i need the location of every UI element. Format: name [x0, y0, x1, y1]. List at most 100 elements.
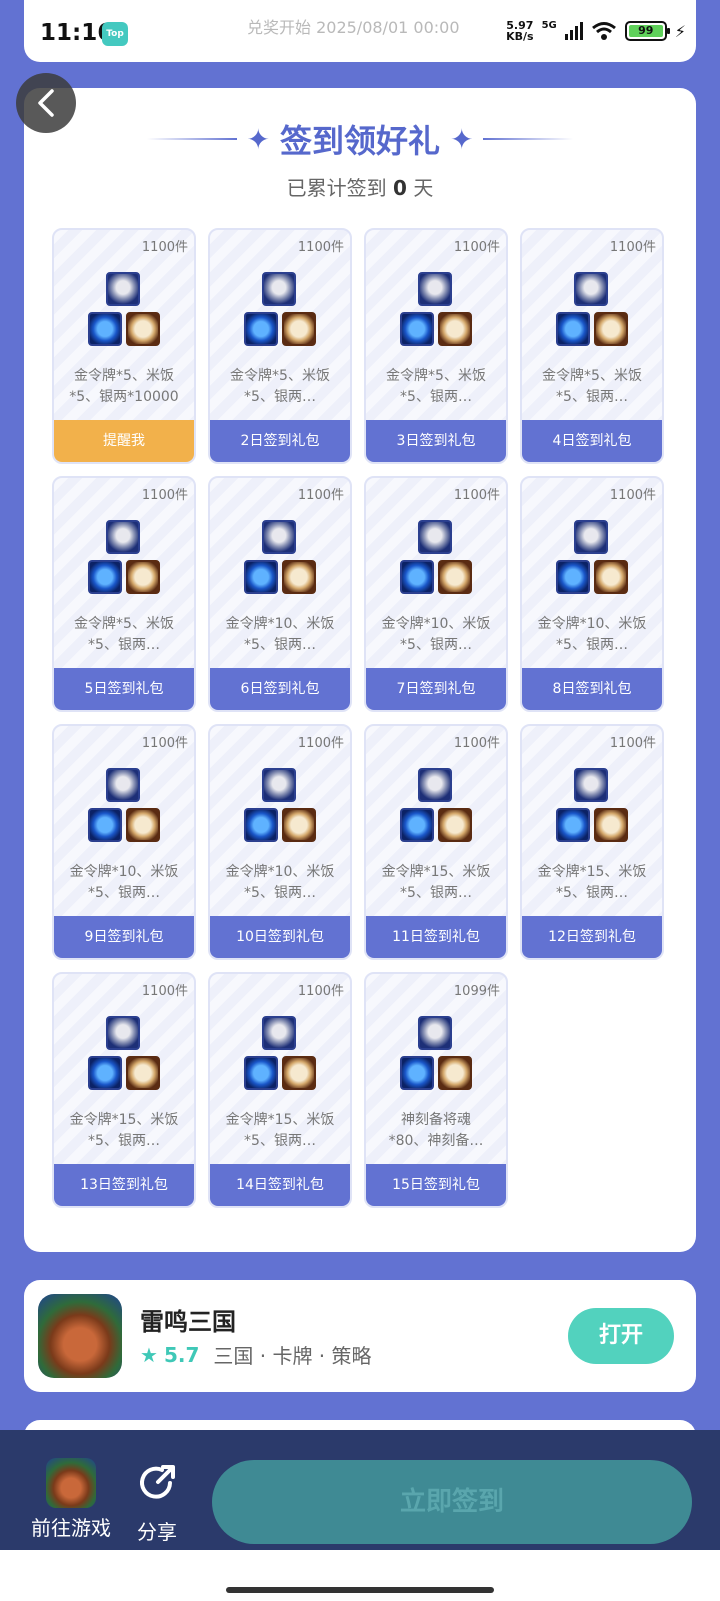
signal-icon [564, 22, 583, 40]
gold-token-icon [400, 312, 434, 346]
checkin-days: 0 [393, 176, 407, 200]
rice-icon [126, 560, 160, 594]
bottom-action-bar: 前往游戏 分享 立即签到 [0, 1430, 720, 1550]
rice-icon [594, 808, 628, 842]
chevron-left-icon [38, 89, 54, 117]
gift-pack-button[interactable]: 8日签到礼包 [522, 668, 662, 710]
title-decoration-left [146, 138, 237, 140]
gift-card[interactable]: 1100件 金令牌*10、米饭 *5、银两… 8日签到礼包 [520, 476, 664, 712]
gift-card[interactable]: 1100件 金令牌*5、米饭 *5、银两… 3日签到礼包 [364, 228, 508, 464]
checkin-title-row: ✦ 签到领好礼 ✦ [24, 116, 696, 162]
game-tags: 三国 · 卡牌 · 策略 [213, 1344, 372, 1368]
silver-ingot-icon [574, 272, 608, 306]
rice-icon [438, 808, 472, 842]
gold-token-icon [556, 560, 590, 594]
gift-description: 金令牌*15、米饭 *5、银两… [69, 1112, 179, 1149]
rice-icon [126, 808, 160, 842]
gift-stock-count: 1100件 [297, 488, 344, 503]
rice-icon [282, 808, 316, 842]
gesture-area [0, 1550, 720, 1601]
gift-pack-button[interactable]: 9日签到礼包 [54, 916, 194, 958]
gift-pack-button[interactable]: 10日签到礼包 [210, 916, 350, 958]
gift-description: 金令牌*10、米饭 *5、银两… [381, 616, 491, 653]
gift-pack-button[interactable]: 5日签到礼包 [54, 668, 194, 710]
gift-card[interactable]: 1100件 金令牌*5、米饭 *5、银两… 2日签到礼包 [208, 228, 352, 464]
gift-pack-button[interactable]: 11日签到礼包 [366, 916, 506, 958]
gold-token-icon [88, 1056, 122, 1090]
game-name: 雷鸣三国 [140, 1308, 236, 1336]
status-indicators: 5.97 KB/s 5G 99 ⚡ [506, 20, 686, 42]
game-logo-icon [46, 1458, 96, 1508]
share-button[interactable]: 分享 [132, 1458, 182, 1545]
gift-stock-count: 1100件 [297, 736, 344, 751]
gift-description: 金令牌*15、米饭 *5、银两… [225, 1112, 335, 1149]
battery-level: 99 [628, 25, 663, 37]
gift-card[interactable]: 1100件 金令牌*15、米饭 *5、银两… 12日签到礼包 [520, 724, 664, 960]
wifi-icon [591, 22, 616, 40]
silver-ingot-icon [418, 1016, 452, 1050]
checkin-title: 签到领好礼 [279, 122, 440, 160]
gift-pack-button[interactable]: 12日签到礼包 [522, 916, 662, 958]
gift-pack-button[interactable]: 6日签到礼包 [210, 668, 350, 710]
gift-description: 金令牌*10、米饭 *5、银两… [225, 616, 335, 653]
gift-description: 金令牌*10、米饭 *5、银两… [69, 864, 179, 901]
gift-stock-count: 1100件 [609, 240, 656, 255]
rice-icon [438, 312, 472, 346]
gift-pack-button[interactable]: 3日签到礼包 [366, 420, 506, 462]
home-indicator[interactable] [226, 1587, 494, 1593]
rice-icon [594, 560, 628, 594]
rice-icon [126, 312, 160, 346]
gift-pack-button[interactable]: 14日签到礼包 [210, 1164, 350, 1206]
gift-description: 金令牌*5、米饭 *5、银两… [74, 616, 174, 653]
gift-description: 金令牌*10、米饭 *5、银两… [225, 864, 335, 901]
gift-stock-count: 1100件 [609, 488, 656, 503]
gift-pack-button[interactable]: 13日签到礼包 [54, 1164, 194, 1206]
gift-stock-count: 1100件 [141, 984, 188, 999]
sign-in-now-button[interactable]: 立即签到 [212, 1460, 692, 1544]
remind-me-button[interactable]: 提醒我 [54, 420, 194, 462]
gift-description: 金令牌*5、米饭 *5、银两… [230, 368, 330, 405]
gift-card[interactable]: 1100件 金令牌*10、米饭 *5、银两… 9日签到礼包 [52, 724, 196, 960]
checkin-card: ✦ 签到领好礼 ✦ 已累计签到 0 天 1100件 金令牌*5、米饭 *5、银两… [24, 88, 696, 1252]
gift-card[interactable]: 1100件 金令牌*15、米饭 *5、银两… 11日签到礼包 [364, 724, 508, 960]
gift-pack-button[interactable]: 2日签到礼包 [210, 420, 350, 462]
gift-card[interactable]: 1100件 金令牌*10、米饭 *5、银两… 7日签到礼包 [364, 476, 508, 712]
gift-description: 金令牌*15、米饭 *5、银两… [537, 864, 647, 901]
gold-token-icon [244, 1056, 278, 1090]
game-card[interactable]: 雷鸣三国 ★ 5.7 三国 · 卡牌 · 策略 打开 [24, 1280, 696, 1392]
gift-stock-count: 1100件 [453, 736, 500, 751]
gold-token-icon [400, 560, 434, 594]
gold-token-icon [88, 560, 122, 594]
silver-ingot-icon [574, 768, 608, 802]
rice-icon [594, 312, 628, 346]
gift-card[interactable]: 1100件 金令牌*15、米饭 *5、银两… 14日签到礼包 [208, 972, 352, 1208]
gift-pack-button[interactable]: 7日签到礼包 [366, 668, 506, 710]
rice-icon [438, 560, 472, 594]
gift-stock-count: 1100件 [297, 984, 344, 999]
battery-icon: 99 [624, 21, 670, 41]
open-game-button[interactable]: 打开 [568, 1308, 674, 1364]
go-to-game-button[interactable]: 前往游戏 [28, 1458, 114, 1541]
go-to-game-label: 前往游戏 [31, 1516, 111, 1540]
silver-ingot-icon [262, 1016, 296, 1050]
gold-token-icon [556, 808, 590, 842]
gift-card[interactable]: 1100件 金令牌*5、米饭 *5、银两… 4日签到礼包 [520, 228, 664, 464]
silver-ingot-icon [574, 520, 608, 554]
game-rating-row: ★ 5.7 三国 · 卡牌 · 策略 [140, 1340, 372, 1369]
gift-stock-count: 1100件 [141, 736, 188, 751]
silver-ingot-icon [418, 520, 452, 554]
gift-card[interactable]: 1100件 金令牌*15、米饭 *5、银两… 13日签到礼包 [52, 972, 196, 1208]
gift-card[interactable]: 1100件 金令牌*5、米饭 *5、银两… 5日签到礼包 [52, 476, 196, 712]
gift-pack-button[interactable]: 4日签到礼包 [522, 420, 662, 462]
gift-pack-button[interactable]: 15日签到礼包 [366, 1164, 506, 1206]
network-type: 5G [541, 20, 557, 31]
gift-stock-count: 1100件 [609, 736, 656, 751]
back-button[interactable] [16, 73, 76, 133]
gift-card[interactable]: 1099件 神刻备将魂 *80、神刻备… 15日签到礼包 [364, 972, 508, 1208]
gift-card[interactable]: 1100件 金令牌*10、米饭 *5、银两… 6日签到礼包 [208, 476, 352, 712]
silver-ingot-icon [262, 272, 296, 306]
gift-stock-count: 1100件 [141, 240, 188, 255]
gold-token-icon [88, 808, 122, 842]
gift-card[interactable]: 1100件 金令牌*10、米饭 *5、银两… 10日签到礼包 [208, 724, 352, 960]
gift-card[interactable]: 1100件 金令牌*5、米饭 *5、银两*10000 提醒我 [52, 228, 196, 464]
